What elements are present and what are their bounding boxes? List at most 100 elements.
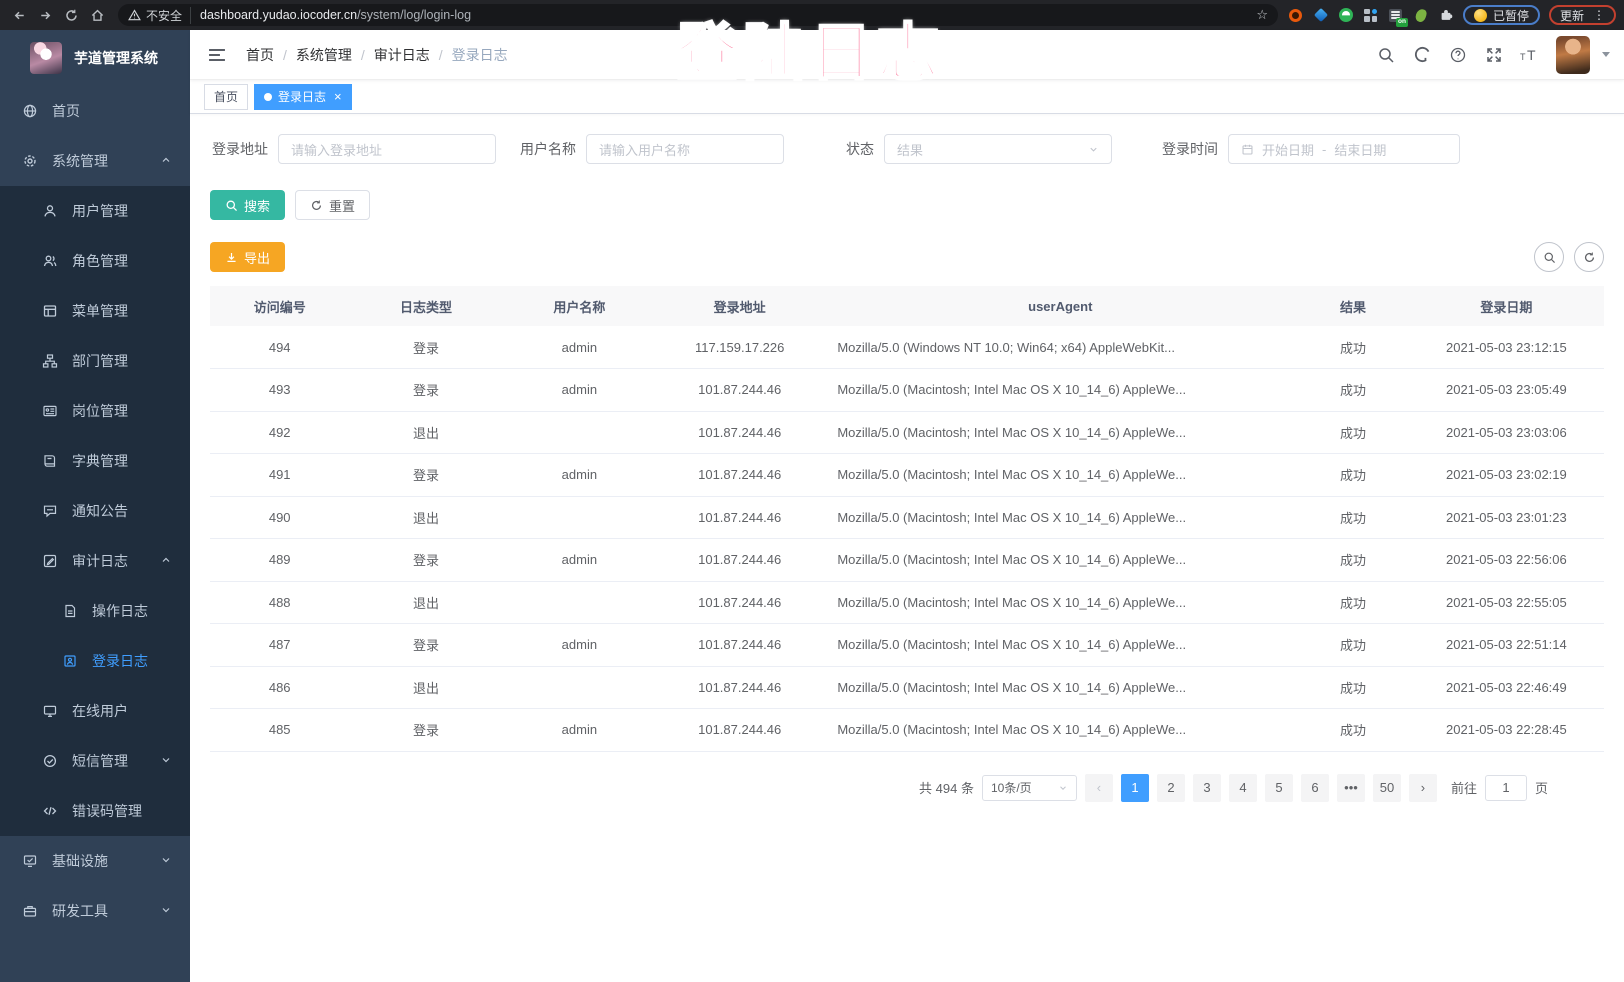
date-range-picker[interactable]: 开始日期 - 结束日期 bbox=[1228, 134, 1460, 164]
table-row[interactable]: 485 登录 admin 101.87.244.46 Mozilla/5.0 (… bbox=[210, 709, 1604, 752]
user-icon bbox=[42, 203, 58, 219]
emoji-face-icon bbox=[1474, 9, 1487, 22]
tab-login-log[interactable]: 登录日志 × bbox=[254, 84, 352, 110]
table-row[interactable]: 488 退出 101.87.244.46 Mozilla/5.0 (Macint… bbox=[210, 581, 1604, 624]
url-text[interactable]: dashboard.yudao.iocoder.cn/system/log/lo… bbox=[200, 8, 471, 22]
sidebar-item-system-mgmt[interactable]: 系统管理 bbox=[0, 136, 190, 186]
table-row[interactable]: 490 退出 101.87.244.46 Mozilla/5.0 (Macint… bbox=[210, 496, 1604, 539]
sidebar-item-dict-mgmt[interactable]: 字典管理 bbox=[0, 436, 190, 486]
goto-page-input[interactable] bbox=[1485, 775, 1527, 801]
browser-update-button[interactable]: 更新 ⋮ bbox=[1549, 5, 1616, 25]
cell-login-date: 2021-05-03 23:12:15 bbox=[1409, 326, 1604, 369]
page-button-50[interactable]: 50 bbox=[1373, 774, 1401, 802]
hamburger-icon[interactable] bbox=[204, 42, 230, 68]
table-row[interactable]: 494 登录 admin 117.159.17.226 Mozilla/5.0 … bbox=[210, 326, 1604, 369]
extension-orange-icon[interactable] bbox=[1288, 7, 1304, 23]
cell-username bbox=[503, 581, 656, 624]
page-button-1[interactable]: 1 bbox=[1121, 774, 1149, 802]
github-icon[interactable] bbox=[1412, 45, 1432, 65]
page-button-6[interactable]: 6 bbox=[1301, 774, 1329, 802]
cell-user-agent: Mozilla/5.0 (Macintosh; Intel Mac OS X 1… bbox=[823, 369, 1297, 412]
next-page-button[interactable]: › bbox=[1409, 774, 1437, 802]
sidebar-item-user-mgmt[interactable]: 用户管理 bbox=[0, 186, 190, 236]
sidebar-item-online-users[interactable]: 在线用户 bbox=[0, 686, 190, 736]
help-icon[interactable] bbox=[1448, 45, 1468, 65]
font-size-icon[interactable]: TT bbox=[1520, 45, 1540, 65]
sidebar-item-audit-log[interactable]: 审计日志 bbox=[0, 536, 190, 586]
sidebar-item-login-log[interactable]: 登录日志 bbox=[0, 636, 190, 686]
page-button-4[interactable]: 4 bbox=[1229, 774, 1257, 802]
date-end[interactable]: 结束日期 bbox=[1334, 140, 1386, 159]
username-input[interactable]: 请输入用户名称 bbox=[586, 134, 784, 164]
reset-button[interactable]: 重置 bbox=[295, 190, 370, 220]
sidebar-item-error-code[interactable]: 错误码管理 bbox=[0, 786, 190, 836]
page-content: 登录地址 请输入登录地址 用户名称 请输入用户名称 状态 结果 登录时间 开始日… bbox=[190, 114, 1624, 982]
tab-home[interactable]: 首页 bbox=[204, 84, 248, 110]
dashboard-icon bbox=[22, 103, 38, 119]
search-button[interactable]: 搜索 bbox=[210, 190, 285, 220]
extension-list-icon[interactable]: on bbox=[1388, 7, 1404, 23]
extensions-puzzle-icon[interactable] bbox=[1438, 7, 1454, 23]
table-row[interactable]: 493 登录 admin 101.87.244.46 Mozilla/5.0 (… bbox=[210, 369, 1604, 412]
search-icon bbox=[1543, 251, 1556, 264]
col-username: 用户名称 bbox=[503, 286, 656, 326]
page-button-5[interactable]: 5 bbox=[1265, 774, 1293, 802]
sidebar-item-home[interactable]: 首页 bbox=[0, 86, 190, 136]
browser-back-icon[interactable] bbox=[8, 4, 30, 26]
table-row[interactable]: 487 登录 admin 101.87.244.46 Mozilla/5.0 (… bbox=[210, 624, 1604, 667]
cell-login-address: 101.87.244.46 bbox=[656, 539, 823, 582]
sidebar-item-operation-log[interactable]: 操作日志 bbox=[0, 586, 190, 636]
sidebar-item-dept-mgmt[interactable]: 部门管理 bbox=[0, 336, 190, 386]
page-ellipsis[interactable]: ••• bbox=[1337, 774, 1365, 802]
browser-menu-icon[interactable]: ⋮ bbox=[1593, 8, 1605, 22]
toggle-search-button[interactable] bbox=[1534, 242, 1564, 272]
sidebar-item-role-mgmt[interactable]: 角色管理 bbox=[0, 236, 190, 286]
browser-home-icon[interactable] bbox=[86, 4, 108, 26]
extension-sprout-icon[interactable] bbox=[1413, 7, 1429, 23]
browser-forward-icon[interactable] bbox=[34, 4, 56, 26]
table-row[interactable]: 491 登录 admin 101.87.244.46 Mozilla/5.0 (… bbox=[210, 454, 1604, 497]
cell-login-address: 101.87.244.46 bbox=[656, 709, 823, 752]
breadcrumb-audit[interactable]: 审计日志 bbox=[374, 45, 430, 65]
cell-login-date: 2021-05-03 23:01:23 bbox=[1409, 496, 1604, 539]
paused-extension-pill[interactable]: 已暂停 bbox=[1463, 5, 1540, 25]
page-button-3[interactable]: 3 bbox=[1193, 774, 1221, 802]
breadcrumb-system[interactable]: 系统管理 bbox=[296, 45, 352, 65]
date-start[interactable]: 开始日期 bbox=[1262, 140, 1314, 159]
sidebar-item-post-mgmt[interactable]: 岗位管理 bbox=[0, 386, 190, 436]
sidebar-item-infrastructure[interactable]: 基础设施 bbox=[0, 836, 190, 886]
breadcrumb-home[interactable]: 首页 bbox=[246, 45, 274, 65]
login-address-input[interactable]: 请输入登录地址 bbox=[278, 134, 496, 164]
sidebar-item-sms-mgmt[interactable]: 短信管理 bbox=[0, 736, 190, 786]
search-icon[interactable] bbox=[1376, 45, 1396, 65]
id-card-icon bbox=[42, 403, 58, 419]
user-avatar[interactable] bbox=[1556, 36, 1590, 74]
cell-visit-id: 485 bbox=[210, 709, 349, 752]
extension-grid-icon[interactable] bbox=[1363, 7, 1379, 23]
sidebar-item-menu-mgmt[interactable]: 菜单管理 bbox=[0, 286, 190, 336]
sidebar-item-notice[interactable]: 通知公告 bbox=[0, 486, 190, 536]
extension-diamond-icon[interactable] bbox=[1313, 7, 1329, 23]
page-size-select[interactable]: 10条/页 bbox=[982, 775, 1077, 801]
security-chip[interactable]: 不安全 bbox=[128, 7, 191, 24]
bookmark-star-icon[interactable]: ☆ bbox=[1256, 7, 1268, 23]
cell-username: admin bbox=[503, 326, 656, 369]
prev-page-button[interactable]: ‹ bbox=[1085, 774, 1113, 802]
sidebar-item-dev-tools[interactable]: 研发工具 bbox=[0, 886, 190, 936]
status-select[interactable]: 结果 bbox=[884, 134, 1112, 164]
table-row[interactable]: 489 登录 admin 101.87.244.46 Mozilla/5.0 (… bbox=[210, 539, 1604, 582]
table-row[interactable]: 492 退出 101.87.244.46 Mozilla/5.0 (Macint… bbox=[210, 411, 1604, 454]
cell-login-date: 2021-05-03 22:55:05 bbox=[1409, 581, 1604, 624]
export-button[interactable]: 导出 bbox=[210, 242, 285, 272]
extension-green-icon[interactable] bbox=[1338, 7, 1354, 23]
fullscreen-icon[interactable] bbox=[1484, 45, 1504, 65]
page-button-2[interactable]: 2 bbox=[1157, 774, 1185, 802]
table-row[interactable]: 486 退出 101.87.244.46 Mozilla/5.0 (Macint… bbox=[210, 666, 1604, 709]
tab-close-icon[interactable]: × bbox=[334, 89, 342, 104]
cell-visit-id: 491 bbox=[210, 454, 349, 497]
browser-reload-icon[interactable] bbox=[60, 4, 82, 26]
avatar-caret-icon[interactable] bbox=[1602, 52, 1610, 57]
refresh-table-button[interactable] bbox=[1574, 242, 1604, 272]
col-visit-id: 访问编号 bbox=[210, 286, 349, 326]
org-tree-icon bbox=[42, 353, 58, 369]
